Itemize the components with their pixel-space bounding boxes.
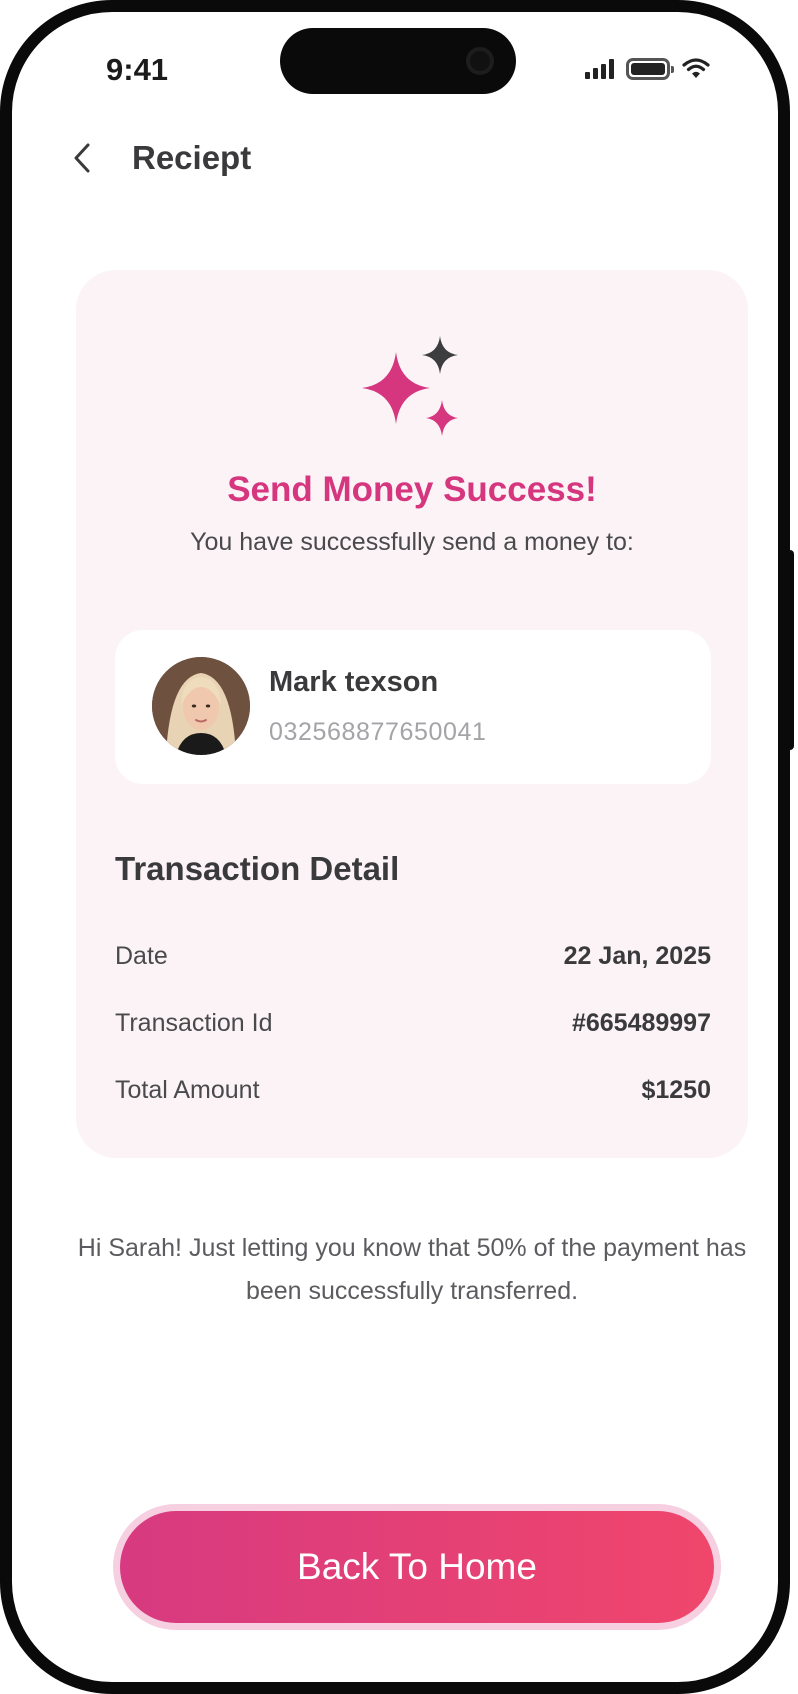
phone-frame: 9:41 Reciept Send Money Success! You hav…: [0, 0, 790, 1694]
detail-row-date: Date 22 Jan, 2025: [115, 942, 711, 971]
cellular-signal-icon: [585, 59, 614, 79]
recipient-name: Mark texson: [269, 666, 439, 698]
battery-icon: [626, 58, 674, 80]
recipient-card: Mark texson 032568877650041: [115, 630, 711, 784]
status-time: 9:41: [106, 52, 169, 87]
wifi-icon: [682, 58, 710, 78]
avatar: [152, 657, 250, 755]
back-button[interactable]: [62, 138, 102, 178]
status-bar: 9:41: [12, 12, 778, 122]
detail-value: $1250: [641, 1076, 711, 1104]
avatar-portrait: [152, 657, 250, 755]
recipient-account-number: 032568877650041: [269, 718, 487, 746]
back-to-home-button[interactable]: Back To Home: [120, 1511, 714, 1623]
success-subtitle: You have successfully send a money to:: [190, 528, 634, 556]
sparkle-icon: [362, 336, 458, 436]
detail-value: #665489997: [571, 1009, 711, 1037]
dynamic-island: [280, 28, 516, 94]
detail-value: 22 Jan, 2025: [563, 942, 711, 970]
detail-row-total-amount: Total Amount $1250: [115, 1076, 711, 1105]
transaction-detail-title: Transaction Detail: [115, 850, 400, 887]
detail-row-transaction-id: Transaction Id #665489997: [115, 1009, 711, 1038]
page-header: Reciept: [62, 130, 251, 186]
chevron-left-icon: [74, 143, 90, 173]
transfer-note: Hi Sarah! Just letting you know that 50%…: [77, 1234, 747, 1305]
page-title: Reciept: [132, 139, 252, 176]
receipt-card: Send Money Success! You have successfull…: [76, 270, 748, 1158]
success-title: Send Money Success!: [227, 470, 597, 509]
detail-label: Transaction Id: [115, 1009, 273, 1037]
camera-icon: [466, 47, 494, 75]
status-icons: [585, 58, 710, 80]
detail-label: Date: [115, 942, 168, 970]
detail-label: Total Amount: [115, 1076, 260, 1104]
